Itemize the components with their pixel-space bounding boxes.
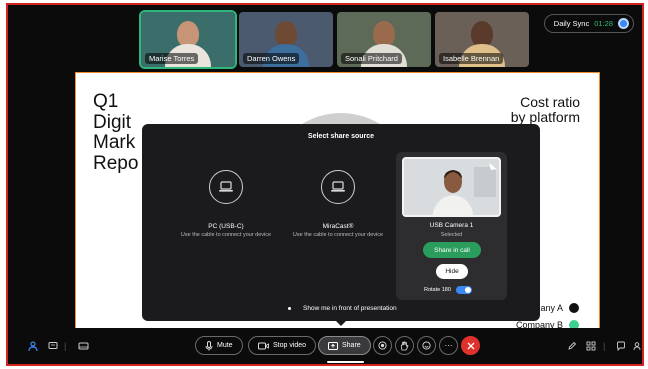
end-call-button[interactable] [461, 336, 480, 355]
status-icon [618, 18, 629, 29]
camera-source-card[interactable]: USB Camera 1 Selected Share in call Hide… [396, 152, 507, 300]
hide-button[interactable]: Hide [436, 264, 468, 279]
participant-tile[interactable]: Isabelle Brennan [435, 12, 529, 67]
camera-name: USB Camera 1 [429, 222, 474, 229]
slide-title-line: Q1 [93, 91, 119, 112]
divider: | [64, 341, 67, 351]
bullet-icon [288, 307, 291, 310]
participant-name: Isabelle Brennan [439, 53, 504, 64]
dialog-title: Select share source [307, 133, 375, 140]
slide-chart-title-line: by platform [510, 109, 580, 125]
slide-chart-title: Cost ratio by platform [511, 95, 580, 125]
ellipsis-icon: ··· [444, 341, 453, 350]
slide-chart-title-line: Cost ratio [520, 94, 580, 110]
participant-name: Sonali Pritchard [341, 53, 402, 64]
show-me-option[interactable]: Show me in front of presentation [288, 305, 397, 312]
participant-name: Marise Torres [145, 53, 199, 64]
meeting-window: Marise Torres Darren Owens Sonali Pritch… [6, 3, 644, 366]
source-description: Use the cable to connect your device [180, 232, 272, 238]
share-screen-icon [328, 341, 338, 350]
record-icon [378, 341, 387, 350]
share-label: Share [342, 342, 361, 349]
active-indicator [327, 361, 364, 363]
participant-strip: Marise Torres Darren Owens Sonali Pritch… [139, 10, 529, 69]
chat-icon[interactable] [48, 341, 58, 353]
source-name: MiraCast® [322, 223, 354, 230]
meeting-info-badge[interactable]: Daily Sync 01:28 [543, 14, 634, 33]
stop-video-button[interactable]: Stop video [248, 336, 317, 355]
laptop-icon [321, 170, 355, 204]
source-description: Use the cable to connect your device [292, 232, 384, 238]
share-source-dialog: Select share source PC (USB-C) Use the c… [142, 124, 540, 321]
more-button[interactable]: ··· [439, 336, 458, 355]
people-icon[interactable] [633, 341, 642, 353]
share-source-pc[interactable]: PC (USB-C) Use the cable to connect your… [167, 170, 285, 239]
apps-icon[interactable] [586, 341, 596, 353]
share-source-miracast[interactable]: MiraCast® Use the cable to connect your … [279, 170, 397, 239]
share-button[interactable]: Share [318, 336, 371, 355]
stop-video-label: Stop video [273, 342, 307, 349]
camera-preview [402, 157, 501, 217]
raise-hand-button[interactable] [395, 336, 414, 355]
participant-tile[interactable]: Marise Torres [139, 10, 237, 69]
close-icon [467, 342, 474, 349]
person-icon[interactable] [28, 341, 38, 353]
camera-status: Selected [440, 232, 463, 238]
legend-item: any A [540, 303, 579, 313]
mute-label: Mute [217, 342, 233, 349]
rotate-option: Rotate 180 [424, 286, 472, 294]
participant-tile[interactable]: Sonali Pritchard [337, 12, 431, 67]
pen-icon[interactable] [567, 341, 577, 353]
dialog-pointer [335, 320, 347, 326]
laptop-icon [209, 170, 243, 204]
hand-icon [400, 340, 409, 350]
camera-icon [258, 342, 269, 349]
legend-swatch [569, 303, 579, 313]
legend-label: any A [540, 303, 563, 313]
microphone-icon [205, 340, 213, 351]
reactions-button[interactable] [417, 336, 436, 355]
rotate-label: Rotate 180 [424, 287, 451, 293]
call-control-bar: | Mute Stop video Share ··· | [8, 328, 642, 364]
share-in-call-button[interactable]: Share in call [423, 242, 481, 258]
participant-tile[interactable]: Darren Owens [239, 12, 333, 67]
divider: | [603, 341, 606, 351]
meeting-title: Daily Sync [553, 19, 590, 28]
show-me-label: Show me in front of presentation [303, 305, 397, 312]
smiley-icon [422, 341, 431, 350]
meeting-timer: 01:28 [594, 19, 613, 28]
record-button[interactable] [373, 336, 392, 355]
source-name: PC (USB-C) [208, 223, 244, 230]
layout-icon[interactable] [78, 341, 89, 353]
rotate-toggle[interactable] [455, 286, 472, 294]
mute-button[interactable]: Mute [195, 336, 243, 355]
participant-name: Darren Owens [243, 53, 300, 64]
message-icon[interactable] [616, 341, 626, 353]
